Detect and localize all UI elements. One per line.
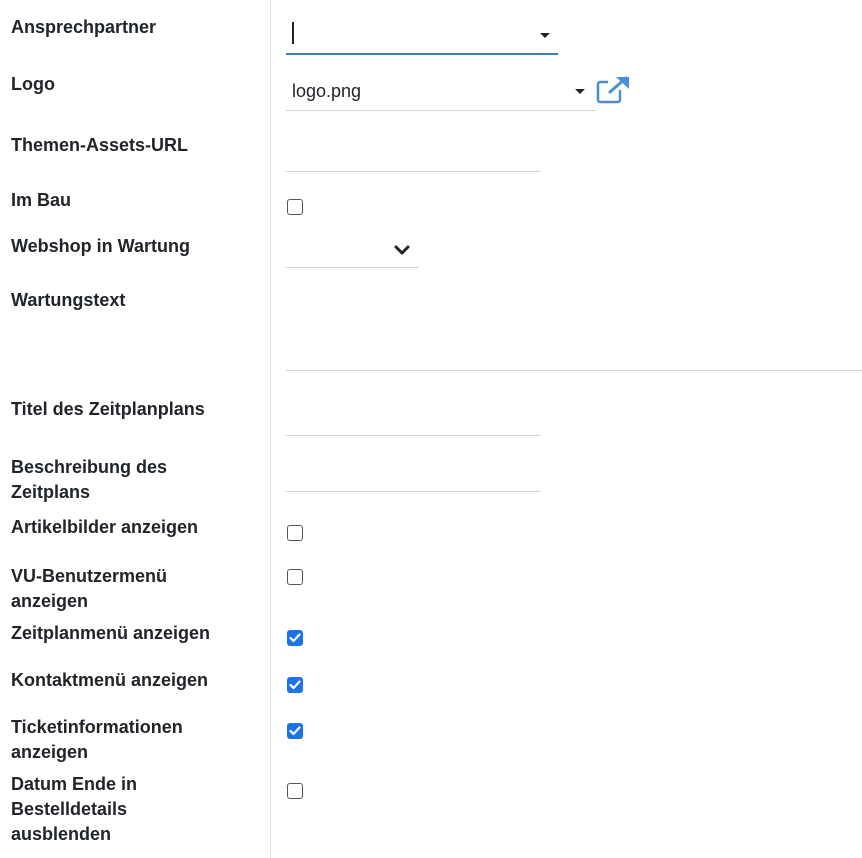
external-link-icon[interactable] (596, 76, 632, 104)
text-cursor (292, 22, 294, 44)
ansprechpartner-underline (286, 53, 558, 55)
label-artikelbilder-anzeigen: Artikelbilder anzeigen (11, 517, 199, 537)
label-beschreibung-zeitplans: Beschreibung des Zeitplans (11, 457, 168, 502)
themen-assets-url-underline (286, 171, 540, 172)
datum-ende-ausblenden-checkbox[interactable] (287, 783, 303, 799)
label-zeitplanmenue-anzeigen: Zeitplanmenü anzeigen (11, 623, 211, 643)
check-icon (289, 680, 301, 690)
wartungstext-underline (286, 370, 862, 371)
caret-down-icon[interactable] (575, 89, 585, 94)
check-icon (289, 726, 301, 736)
label-datum-ende-ausblenden: Datum Ende in Bestelldetails ausblenden (11, 774, 138, 844)
wartungstext-textarea[interactable] (286, 290, 862, 370)
label-vu-benutzermenue-anzeigen: VU-Benutzermenü anzeigen (11, 566, 168, 611)
label-kontaktmenue-anzeigen: Kontaktmenü anzeigen (11, 670, 209, 690)
label-titel-zeitplanplans: Titel des Zeitplanplans (11, 399, 205, 419)
caret-down-icon[interactable] (540, 33, 550, 38)
label-ticketinformationen-anzeigen: Ticketinformationen anzeigen (11, 717, 183, 762)
column-divider (270, 0, 271, 858)
label-logo: Logo (11, 74, 55, 94)
im-bau-checkbox[interactable] (287, 199, 303, 215)
beschreibung-zeitplans-input[interactable] (286, 452, 540, 492)
label-themen-assets-url: Themen-Assets-URL (11, 135, 189, 155)
logo-input[interactable]: logo.png (286, 72, 596, 112)
label-im-bau: Im Bau (11, 190, 72, 210)
artikelbilder-anzeigen-checkbox[interactable] (287, 525, 303, 541)
titel-zeitplanplans-underline (286, 435, 540, 436)
label-ansprechpartner: Ansprechpartner (11, 17, 157, 37)
label-wartungstext: Wartungstext (11, 290, 126, 310)
chevron-down-icon[interactable] (394, 244, 410, 256)
kontaktmenue-anzeigen-checkbox[interactable] (287, 677, 303, 693)
logo-value: logo.png (292, 81, 362, 101)
ansprechpartner-input[interactable] (286, 15, 558, 55)
vu-benutzermenue-anzeigen-checkbox[interactable] (287, 569, 303, 585)
webshop-in-wartung-underline (286, 267, 419, 268)
check-icon (289, 633, 301, 643)
beschreibung-zeitplans-underline (286, 491, 540, 492)
logo-underline (286, 110, 596, 111)
ticketinformationen-anzeigen-checkbox[interactable] (287, 723, 303, 739)
titel-zeitplanplans-input[interactable] (286, 396, 540, 436)
label-webshop-in-wartung: Webshop in Wartung (11, 236, 190, 256)
themen-assets-url-input[interactable] (286, 130, 540, 172)
zeitplanmenue-anzeigen-checkbox[interactable] (287, 630, 303, 646)
